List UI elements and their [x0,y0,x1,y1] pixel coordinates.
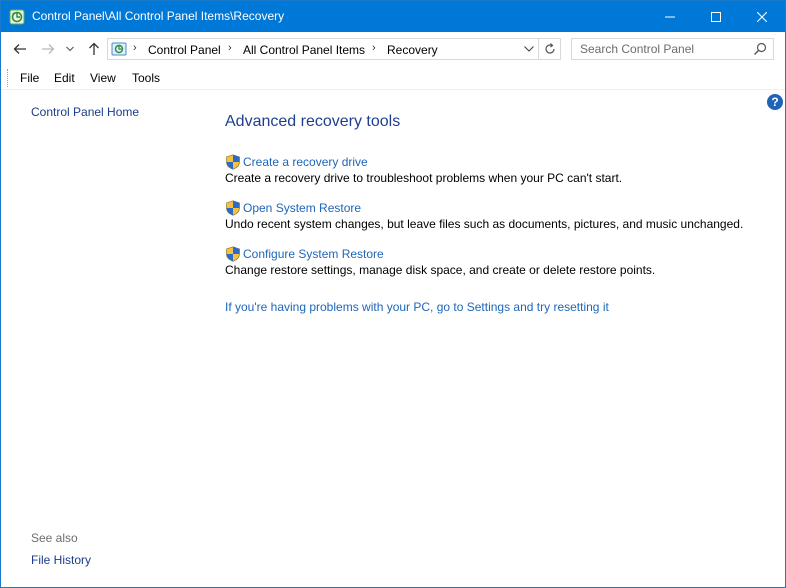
search-icon[interactable] [753,42,767,56]
breadcrumb-separator[interactable]: › [133,42,137,54]
open-system-restore-link[interactable]: Open System Restore [243,201,361,215]
title-bar[interactable]: Control Panel\All Control Panel Items\Re… [1,1,785,32]
uac-shield-icon [226,154,240,170]
address-dropdown-button[interactable] [520,39,538,59]
chevron-down-icon [524,46,534,52]
forward-button[interactable] [37,38,59,60]
recent-locations-button[interactable] [63,38,77,60]
back-button[interactable] [9,38,31,60]
control-panel-icon [111,42,127,56]
menu-tools[interactable]: Tools [132,71,160,85]
arrow-up-icon [89,42,99,55]
reset-pc-link[interactable]: If you're having problems with your PC, … [225,300,609,314]
address-bar[interactable]: › Control Panel › All Control Panel Item… [107,38,539,60]
control-panel-home-link[interactable]: Control Panel Home [31,105,139,119]
search-box[interactable] [571,38,774,60]
see-also-label: See also [31,531,78,545]
search-input[interactable] [572,39,750,59]
configure-system-restore-link[interactable]: Configure System Restore [243,247,384,261]
close-button[interactable] [739,1,785,32]
file-history-link[interactable]: File History [31,553,91,567]
breadcrumb-control-panel[interactable]: Control Panel [148,43,221,57]
page-title: Advanced recovery tools [225,113,401,130]
menu-view[interactable]: View [90,71,116,85]
chevron-down-icon [66,46,74,52]
breadcrumb-recovery[interactable]: Recovery [387,43,438,57]
control-panel-window: Control Panel\All Control Panel Items\Re… [0,0,786,588]
breadcrumb-separator[interactable]: › [372,42,376,54]
recovery-icon [9,9,25,25]
arrow-left-icon [13,44,26,54]
menu-file[interactable]: File [20,71,39,85]
breadcrumb-all-items[interactable]: All Control Panel Items [243,43,365,57]
maximize-icon [711,11,721,22]
minimize-button[interactable] [647,1,693,32]
up-button[interactable] [83,38,105,60]
menu-bar: File Edit View Tools [1,66,785,90]
uac-shield-icon [226,200,240,216]
refresh-button[interactable] [539,38,561,60]
arrow-right-icon [42,44,55,54]
breadcrumb-separator[interactable]: › [228,42,232,54]
uac-shield-icon [226,246,240,262]
window-title: Control Panel\All Control Panel Items\Re… [32,9,285,23]
maximize-button[interactable] [693,1,739,32]
task-description: Create a recovery drive to troubleshoot … [225,171,623,185]
close-icon [757,11,767,22]
create-recovery-drive-link[interactable]: Create a recovery drive [243,155,368,169]
menu-grip [7,69,8,87]
help-icon[interactable]: ? [767,94,783,110]
minimize-icon [665,16,675,17]
task-description: Change restore settings, manage disk spa… [225,263,656,277]
menu-edit[interactable]: Edit [54,71,75,85]
navigation-bar: › Control Panel › All Control Panel Item… [1,32,785,66]
refresh-icon [544,43,555,54]
task-description: Undo recent system changes, but leave fi… [225,217,744,231]
